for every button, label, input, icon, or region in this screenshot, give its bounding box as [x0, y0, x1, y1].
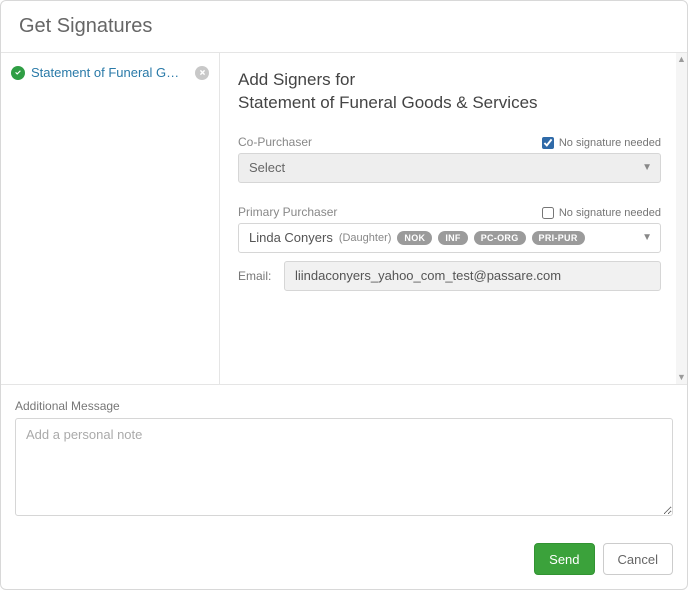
additional-message-label: Additional Message [15, 399, 673, 413]
send-button[interactable]: Send [534, 543, 594, 575]
co-purchaser-select[interactable]: Select ▼ [238, 153, 661, 183]
email-input[interactable] [284, 261, 661, 291]
modal-body: Statement of Funeral G… Add Signers for … [1, 53, 687, 384]
signer-relation: (Daughter) [339, 232, 392, 244]
field-header: Co-Purchaser No signature needed [238, 135, 661, 149]
co-purchaser-no-sig-checkbox[interactable] [542, 137, 554, 149]
co-purchaser-selected: Select [249, 160, 285, 175]
get-signatures-modal: Get Signatures Statement of Funeral G… A… [0, 0, 688, 590]
email-label: Email: [238, 269, 276, 283]
signer-name: Linda Conyers [249, 230, 333, 245]
primary-purchaser-block: Primary Purchaser No signature needed Li… [238, 205, 661, 291]
tag-inf: INF [438, 231, 467, 246]
additional-message-input[interactable] [15, 418, 673, 516]
remove-document-icon[interactable] [195, 66, 209, 80]
tag-nok: NOK [397, 231, 432, 246]
co-purchaser-no-sig[interactable]: No signature needed [542, 137, 661, 149]
primary-purchaser-label: Primary Purchaser [238, 205, 337, 219]
signer-content: Linda Conyers (Daughter) NOK INF PC-ORG … [249, 230, 585, 245]
modal-header: Get Signatures [1, 1, 687, 53]
modal-title: Get Signatures [19, 15, 669, 38]
tag-pri-pur: PRI-PUR [532, 231, 585, 246]
tag-pc-org: PC-ORG [474, 231, 526, 246]
primary-purchaser-select[interactable]: Linda Conyers (Daughter) NOK INF PC-ORG … [238, 223, 661, 253]
documents-sidebar: Statement of Funeral G… [1, 53, 220, 384]
primary-purchaser-no-sig[interactable]: No signature needed [542, 207, 661, 219]
add-signers-heading: Add Signers for Statement of Funeral Goo… [238, 69, 661, 115]
scroll-up-icon[interactable]: ▲ [677, 55, 686, 64]
co-purchaser-block: Co-Purchaser No signature needed Select … [238, 135, 661, 183]
co-purchaser-label: Co-Purchaser [238, 135, 312, 149]
cancel-button[interactable]: Cancel [603, 543, 673, 575]
vertical-scrollbar[interactable]: ▲ ▼ [676, 53, 687, 384]
primary-purchaser-no-sig-checkbox[interactable] [542, 207, 554, 219]
document-name[interactable]: Statement of Funeral G… [31, 65, 189, 80]
chevron-down-icon: ▼ [642, 154, 652, 182]
field-header: Primary Purchaser No signature needed [238, 205, 661, 219]
main-panel: Add Signers for Statement of Funeral Goo… [220, 53, 687, 384]
email-row: Email: [238, 261, 661, 291]
check-circle-icon [11, 66, 25, 80]
modal-footer: Send Cancel [1, 531, 687, 589]
document-item[interactable]: Statement of Funeral G… [11, 65, 209, 80]
scroll-down-icon[interactable]: ▼ [677, 373, 686, 382]
additional-message-section: Additional Message [1, 384, 687, 531]
chevron-down-icon: ▼ [642, 224, 652, 252]
